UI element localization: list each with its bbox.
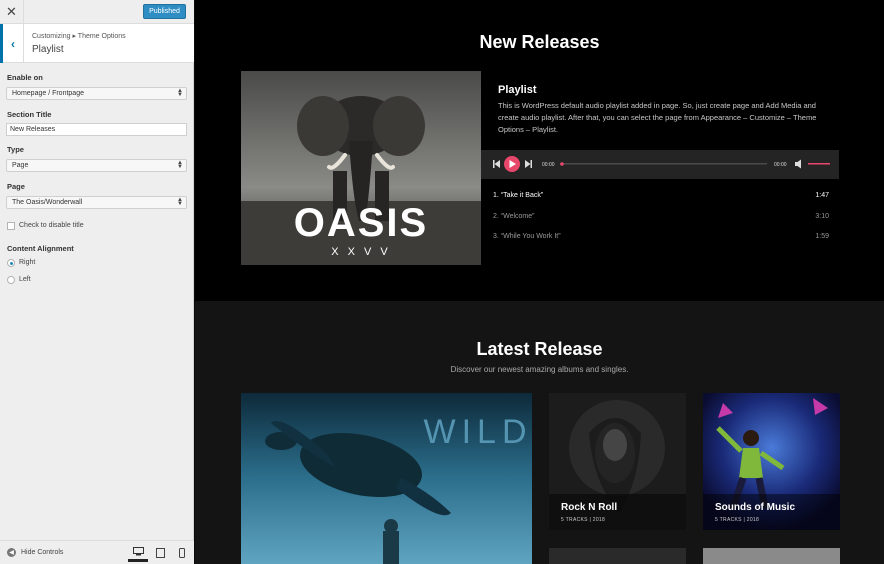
desktop-preview-icon[interactable]	[128, 544, 148, 562]
customizer-header: ✕ Published	[0, 0, 194, 24]
section-title-label: Section Title	[7, 110, 52, 119]
playlist-description: This is WordPress default audio playlist…	[498, 101, 817, 134]
enable-on-select[interactable]: Homepage / Frontpage ▲ ▼	[6, 87, 187, 100]
customizer-footer: ◀ Hide Controls	[0, 540, 194, 564]
audio-player: 00:00 00:00	[481, 150, 839, 179]
type-select[interactable]: Page ▲ ▼	[6, 159, 187, 172]
site-preview: New Releases OASIS X X V V Playlist This…	[195, 0, 884, 564]
mobile-preview-icon[interactable]	[172, 544, 192, 562]
track-item[interactable]: 3. “While You Work It” 1:59	[493, 233, 829, 247]
tile-title: Sounds of Music	[715, 502, 795, 513]
select-arrows-icon: ▲ ▼	[177, 197, 183, 207]
track-length: 1:47	[815, 192, 829, 199]
track-name: 2. “Welcome”	[493, 213, 535, 220]
album-art-title: OASIS	[294, 201, 428, 245]
next-track-icon[interactable]	[525, 160, 532, 168]
playlist-title: Playlist	[498, 84, 537, 96]
page-value: The Oasis/Wonderwall	[12, 199, 83, 206]
select-arrows-icon: ▲ ▼	[177, 88, 183, 98]
latest-release-subtitle: Discover our newest amazing albums and s…	[450, 365, 629, 374]
wild-text: WILD	[424, 413, 533, 451]
select-arrows-icon: ▲ ▼	[177, 160, 183, 170]
track-name: 3. “While You Work It”	[493, 233, 561, 240]
publish-button[interactable]: Published	[143, 4, 186, 19]
tile-title: Rock N Roll	[561, 502, 618, 513]
album-tile-partial[interactable]	[703, 548, 840, 564]
hide-controls-button[interactable]: ◀ Hide Controls	[7, 548, 63, 557]
track-item[interactable]: 2. “Welcome” 3:10	[493, 213, 829, 227]
disable-title-checkbox[interactable]	[7, 222, 15, 230]
tile-meta: 5 TRACKS | 2018	[561, 517, 606, 523]
latest-release-heading: Latest Release	[476, 339, 603, 359]
enable-on-label: Enable on	[7, 73, 43, 82]
hide-controls-label: Hide Controls	[21, 549, 64, 556]
back-arrow-icon[interactable]: ‹	[0, 24, 24, 63]
type-label: Type	[7, 145, 24, 154]
album-tile-sounds-of-music[interactable]: Sounds of Music 5 TRACKS | 2018	[703, 393, 840, 530]
play-button[interactable]	[504, 156, 520, 172]
tablet-preview-icon[interactable]	[150, 544, 170, 562]
page-label: Page	[7, 182, 25, 191]
volume-icon[interactable]	[795, 159, 801, 169]
album-art-oasis[interactable]: OASIS X X V V	[241, 71, 481, 265]
disable-title-label: Check to disable title	[19, 222, 84, 229]
time-total: 00:00	[774, 162, 787, 168]
time-current: 00:00	[542, 162, 555, 168]
enable-on-value: Homepage / Frontpage	[12, 90, 84, 97]
track-name: 1. “Take it Back”	[493, 192, 544, 199]
section-title: Playlist	[32, 44, 64, 55]
section-title-input[interactable]: New Releases	[6, 123, 187, 136]
new-releases-section: New Releases OASIS X X V V Playlist This…	[195, 0, 884, 301]
track-item[interactable]: 1. “Take it Back” 1:47	[493, 192, 829, 206]
progress-handle	[560, 162, 564, 166]
album-art-subtitle: X X V V	[331, 246, 391, 258]
customizer-sidebar: ✕ Published ‹ Customizing ▸ Theme Option…	[0, 0, 194, 564]
close-icon[interactable]: ✕	[0, 0, 24, 24]
section-header: ‹ Customizing ▸ Theme Options Playlist	[0, 24, 194, 63]
album-tile-wild[interactable]: WILD	[241, 393, 532, 564]
track-length: 3:10	[815, 213, 829, 220]
album-tile-rock-n-roll[interactable]: Rock N Roll 5 TRACKS | 2018	[549, 393, 686, 530]
volume-slider[interactable]	[808, 163, 830, 165]
align-right-label: Right	[19, 259, 36, 266]
type-value: Page	[12, 162, 29, 169]
new-releases-heading: New Releases	[479, 32, 600, 52]
track-length: 1:59	[815, 233, 829, 240]
collapse-arrow-icon: ◀	[7, 548, 16, 557]
previous-track-icon[interactable]	[493, 160, 500, 168]
progress-track[interactable]	[560, 163, 767, 165]
align-right-radio[interactable]	[7, 259, 15, 267]
page-select[interactable]: The Oasis/Wonderwall ▲ ▼	[6, 196, 187, 209]
tile-meta: 5 TRACKS | 2018	[715, 517, 760, 523]
content-alignment-label: Content Alignment	[7, 244, 74, 253]
align-left-radio[interactable]	[7, 276, 15, 284]
align-left-label: Left	[19, 276, 31, 283]
breadcrumb: Customizing ▸ Theme Options	[32, 33, 126, 40]
album-tile-partial[interactable]	[549, 548, 686, 564]
